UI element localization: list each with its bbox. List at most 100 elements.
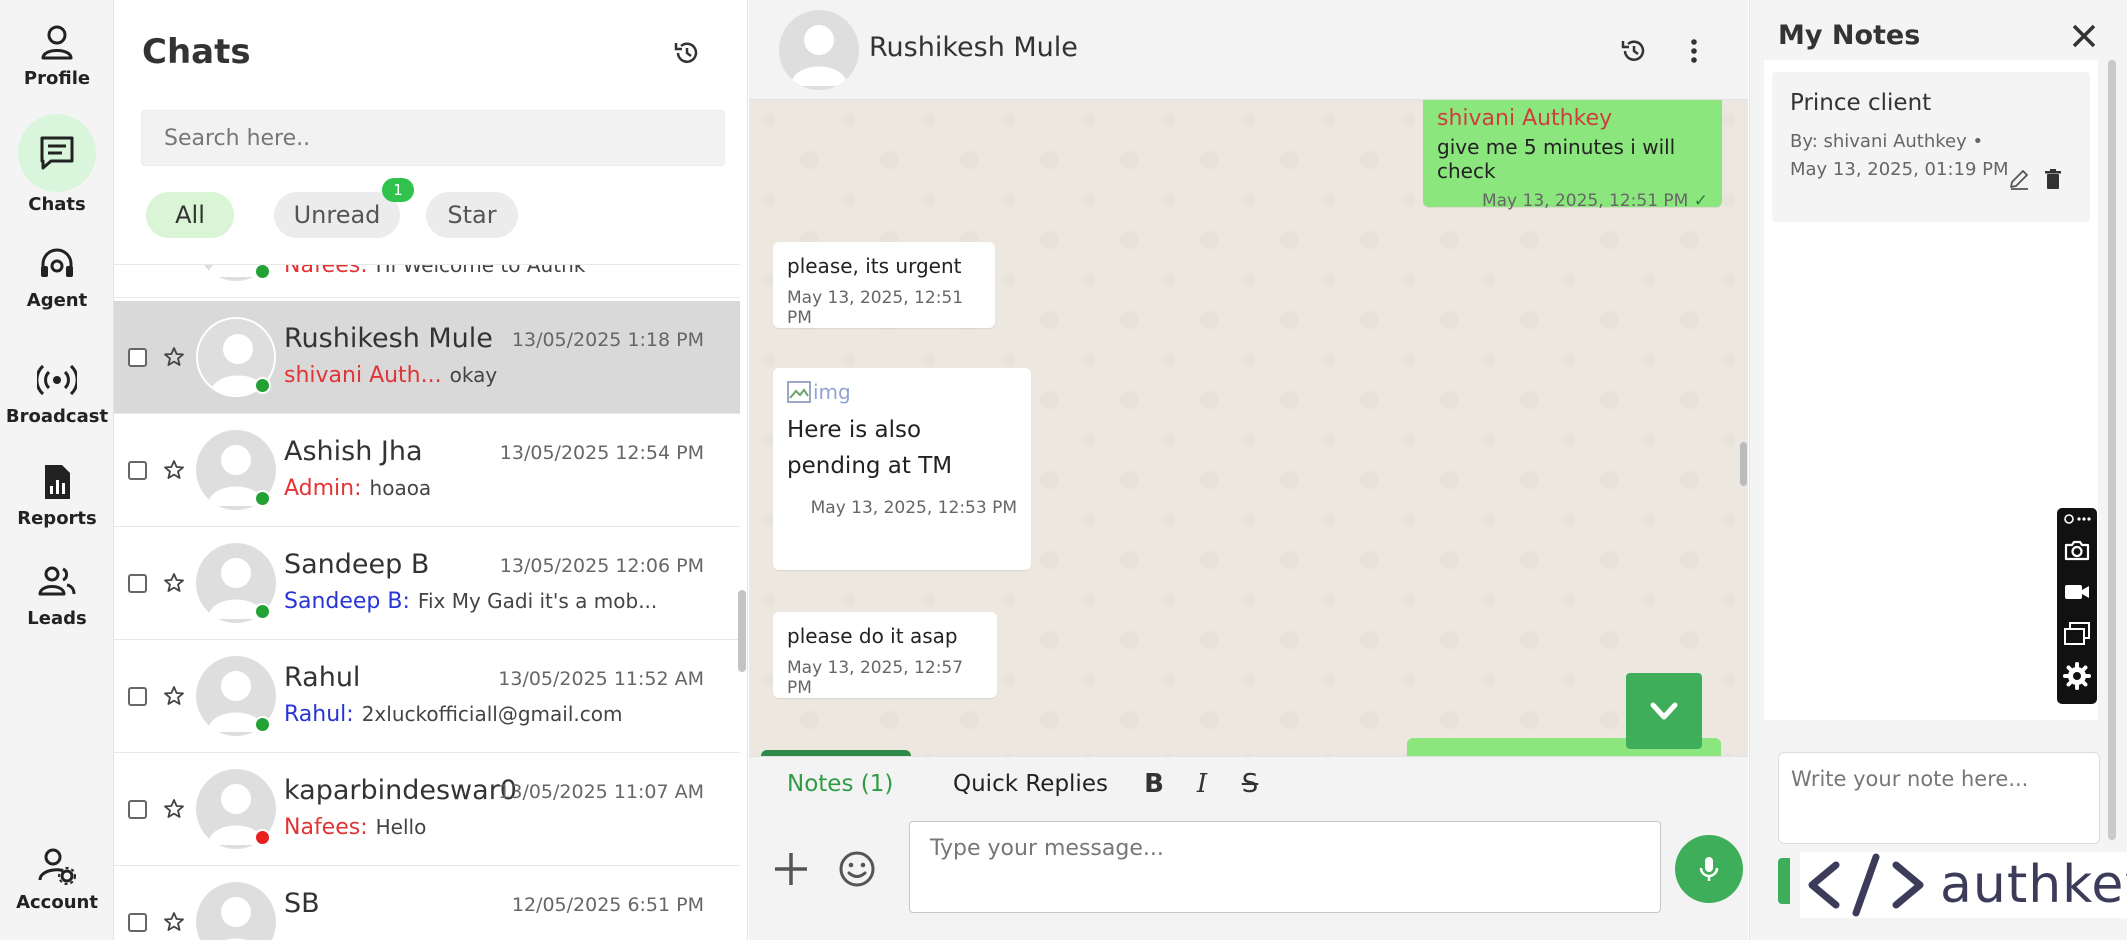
preview-sender: Rahul: <box>284 702 354 727</box>
scroll-to-bottom-button[interactable] <box>1626 673 1702 749</box>
history-icon[interactable] <box>1619 36 1649 66</box>
nav-broadcast-label: Broadcast <box>5 406 109 427</box>
notes-scrollbar[interactable] <box>2108 60 2116 840</box>
filter-all[interactable]: All <box>146 192 234 238</box>
row-checkbox[interactable] <box>128 348 147 367</box>
user-settings-icon <box>38 848 76 885</box>
nav-reports-label: Reports <box>17 508 97 529</box>
italic-button[interactable]: I <box>1187 769 1217 799</box>
report-icon <box>45 465 70 499</box>
tab-quick-replies[interactable]: Quick Replies <box>953 771 1108 797</box>
nav-chats[interactable]: Chats <box>0 114 114 215</box>
online-indicator <box>254 265 271 280</box>
preview-sender: Nafees: <box>284 264 368 278</box>
conversation-header: Rushikesh Mule <box>749 0 1748 100</box>
message-time: May 13, 2025, 12:51 PM ✓ <box>1437 191 1708 211</box>
chat-time: 13/05/2025 11:07 AM <box>498 781 704 803</box>
star-icon[interactable] <box>162 345 186 369</box>
user-icon <box>41 25 73 60</box>
contact-name: Rushikesh Mule <box>284 323 493 354</box>
contact-name: Rahul <box>284 662 361 693</box>
more-vertical-icon[interactable] <box>1679 36 1709 66</box>
message-scrollbar[interactable] <box>1740 442 1747 486</box>
nav-account[interactable]: Account <box>0 846 114 913</box>
window-capture-icon[interactable] <box>2063 620 2091 648</box>
message-input[interactable] <box>909 821 1661 913</box>
notes-list: Prince client By: shivani Authkey • May … <box>1764 60 2098 720</box>
chat-row-partial[interactable]: Nafees: Hi Welcome to Authk <box>114 264 740 298</box>
nav-account-label: Account <box>16 892 98 913</box>
strikethrough-button[interactable]: S <box>1235 769 1265 799</box>
row-checkbox[interactable] <box>128 687 147 706</box>
close-icon[interactable] <box>2068 20 2100 52</box>
nav-profile[interactable]: Profile <box>0 22 114 89</box>
star-icon[interactable] <box>162 910 186 934</box>
preview-message: Hello <box>375 815 427 839</box>
contact-avatar[interactable] <box>779 10 859 90</box>
chat-time: 13/05/2025 12:06 PM <box>499 555 704 577</box>
emoji-icon[interactable] <box>837 849 877 889</box>
star-icon[interactable] <box>162 571 186 595</box>
star-icon[interactable] <box>162 797 186 821</box>
nav-reports[interactable]: Reports <box>0 462 114 529</box>
preview-sender: shivani Auth... <box>284 363 442 388</box>
note-input[interactable] <box>1778 752 2100 844</box>
nav-agent[interactable]: Agent <box>0 244 114 311</box>
row-checkbox[interactable] <box>128 461 147 480</box>
search-input[interactable] <box>141 110 725 166</box>
plus-icon[interactable] <box>771 849 811 889</box>
nav-leads[interactable]: Leads <box>0 562 114 629</box>
trash-icon[interactable] <box>2042 168 2064 190</box>
preview-message: 2xluckofficiall@gmail.com <box>361 702 623 726</box>
chat-row[interactable]: Sandeep B 13/05/2025 12:06 PM Sandeep B:… <box>114 527 740 640</box>
contact-name: Sandeep B <box>284 549 430 580</box>
microphone-icon <box>1699 857 1719 881</box>
chat-list-title: Chats <box>142 32 251 72</box>
nav-broadcast[interactable]: Broadcast <box>0 360 114 427</box>
filter-star[interactable]: Star <box>426 192 518 238</box>
message-sender: shivani Authkey <box>1437 106 1613 131</box>
offline-indicator <box>254 829 271 846</box>
chat-row[interactable]: kaparbindeswar0 13/05/2025 11:07 AM Nafe… <box>114 753 740 866</box>
headset-icon <box>41 248 73 277</box>
row-checkbox[interactable] <box>128 800 147 819</box>
chat-time: 12/05/2025 6:51 PM <box>511 894 704 916</box>
note-meta: By: shivani Authkey • May 13, 2025, 01:1… <box>1790 131 2009 180</box>
message-bubble-incoming: please do it asap May 13, 2025, 12:57 PM <box>773 612 997 698</box>
extension-menu-icon[interactable] <box>2063 512 2091 526</box>
chat-row[interactable]: SB 12/05/2025 6:51 PM <box>114 866 740 940</box>
online-indicator <box>254 377 271 394</box>
chat-list-panel: Chats All Unread 1 Star Nafees: Hi Welcom… <box>114 0 748 940</box>
record-voice-button[interactable] <box>1675 835 1743 903</box>
bold-button[interactable]: B <box>1139 769 1169 799</box>
note-card: Prince client By: shivani Authkey • May … <box>1772 72 2090 222</box>
gear-icon[interactable] <box>2063 662 2091 690</box>
broken-image-alt: img <box>813 380 851 404</box>
chat-row-preview: Nafees: Hi Welcome to Authk <box>284 264 586 278</box>
broken-image[interactable]: img <box>787 380 1017 404</box>
nav-agent-label: Agent <box>26 290 88 311</box>
history-icon[interactable] <box>672 38 702 68</box>
chat-list-scrollbar[interactable] <box>738 590 746 672</box>
camera-icon[interactable] <box>2063 536 2091 564</box>
star-icon[interactable] <box>162 684 186 708</box>
chat-row-preview: Rahul: 2xluckofficiall@gmail.com <box>284 702 622 727</box>
preview-message: Hi Welcome to Authk <box>375 264 586 277</box>
message-time-text: May 13, 2025, 12:51 PM <box>1481 191 1689 211</box>
save-note-button[interactable] <box>1778 858 1790 904</box>
row-checkbox[interactable] <box>128 574 147 593</box>
check-icon: ✓ <box>1693 191 1708 211</box>
tab-notes[interactable]: Notes (1) <box>787 771 893 797</box>
star-icon[interactable] <box>162 458 186 482</box>
left-nav: Profile Chats Agent Broadcast Reports Le… <box>0 0 114 940</box>
chat-row[interactable]: Ashish Jha 13/05/2025 12:54 PM Admin: hoa… <box>114 414 740 527</box>
edit-icon[interactable] <box>2008 168 2030 190</box>
video-icon[interactable] <box>2063 578 2091 606</box>
users-icon <box>38 566 76 596</box>
filter-unread[interactable]: Unread 1 <box>274 178 414 238</box>
chat-row[interactable]: Rahul 13/05/2025 11:52 AM Rahul: 2xluckof… <box>114 640 740 753</box>
chat-row[interactable]: Rushikesh Mule 13/05/2025 1:18 PM shivan… <box>114 301 740 414</box>
message-time: May 13, 2025, 12:53 PM <box>810 498 1017 518</box>
preview-message: okay <box>449 363 498 387</box>
row-checkbox[interactable] <box>128 913 147 932</box>
